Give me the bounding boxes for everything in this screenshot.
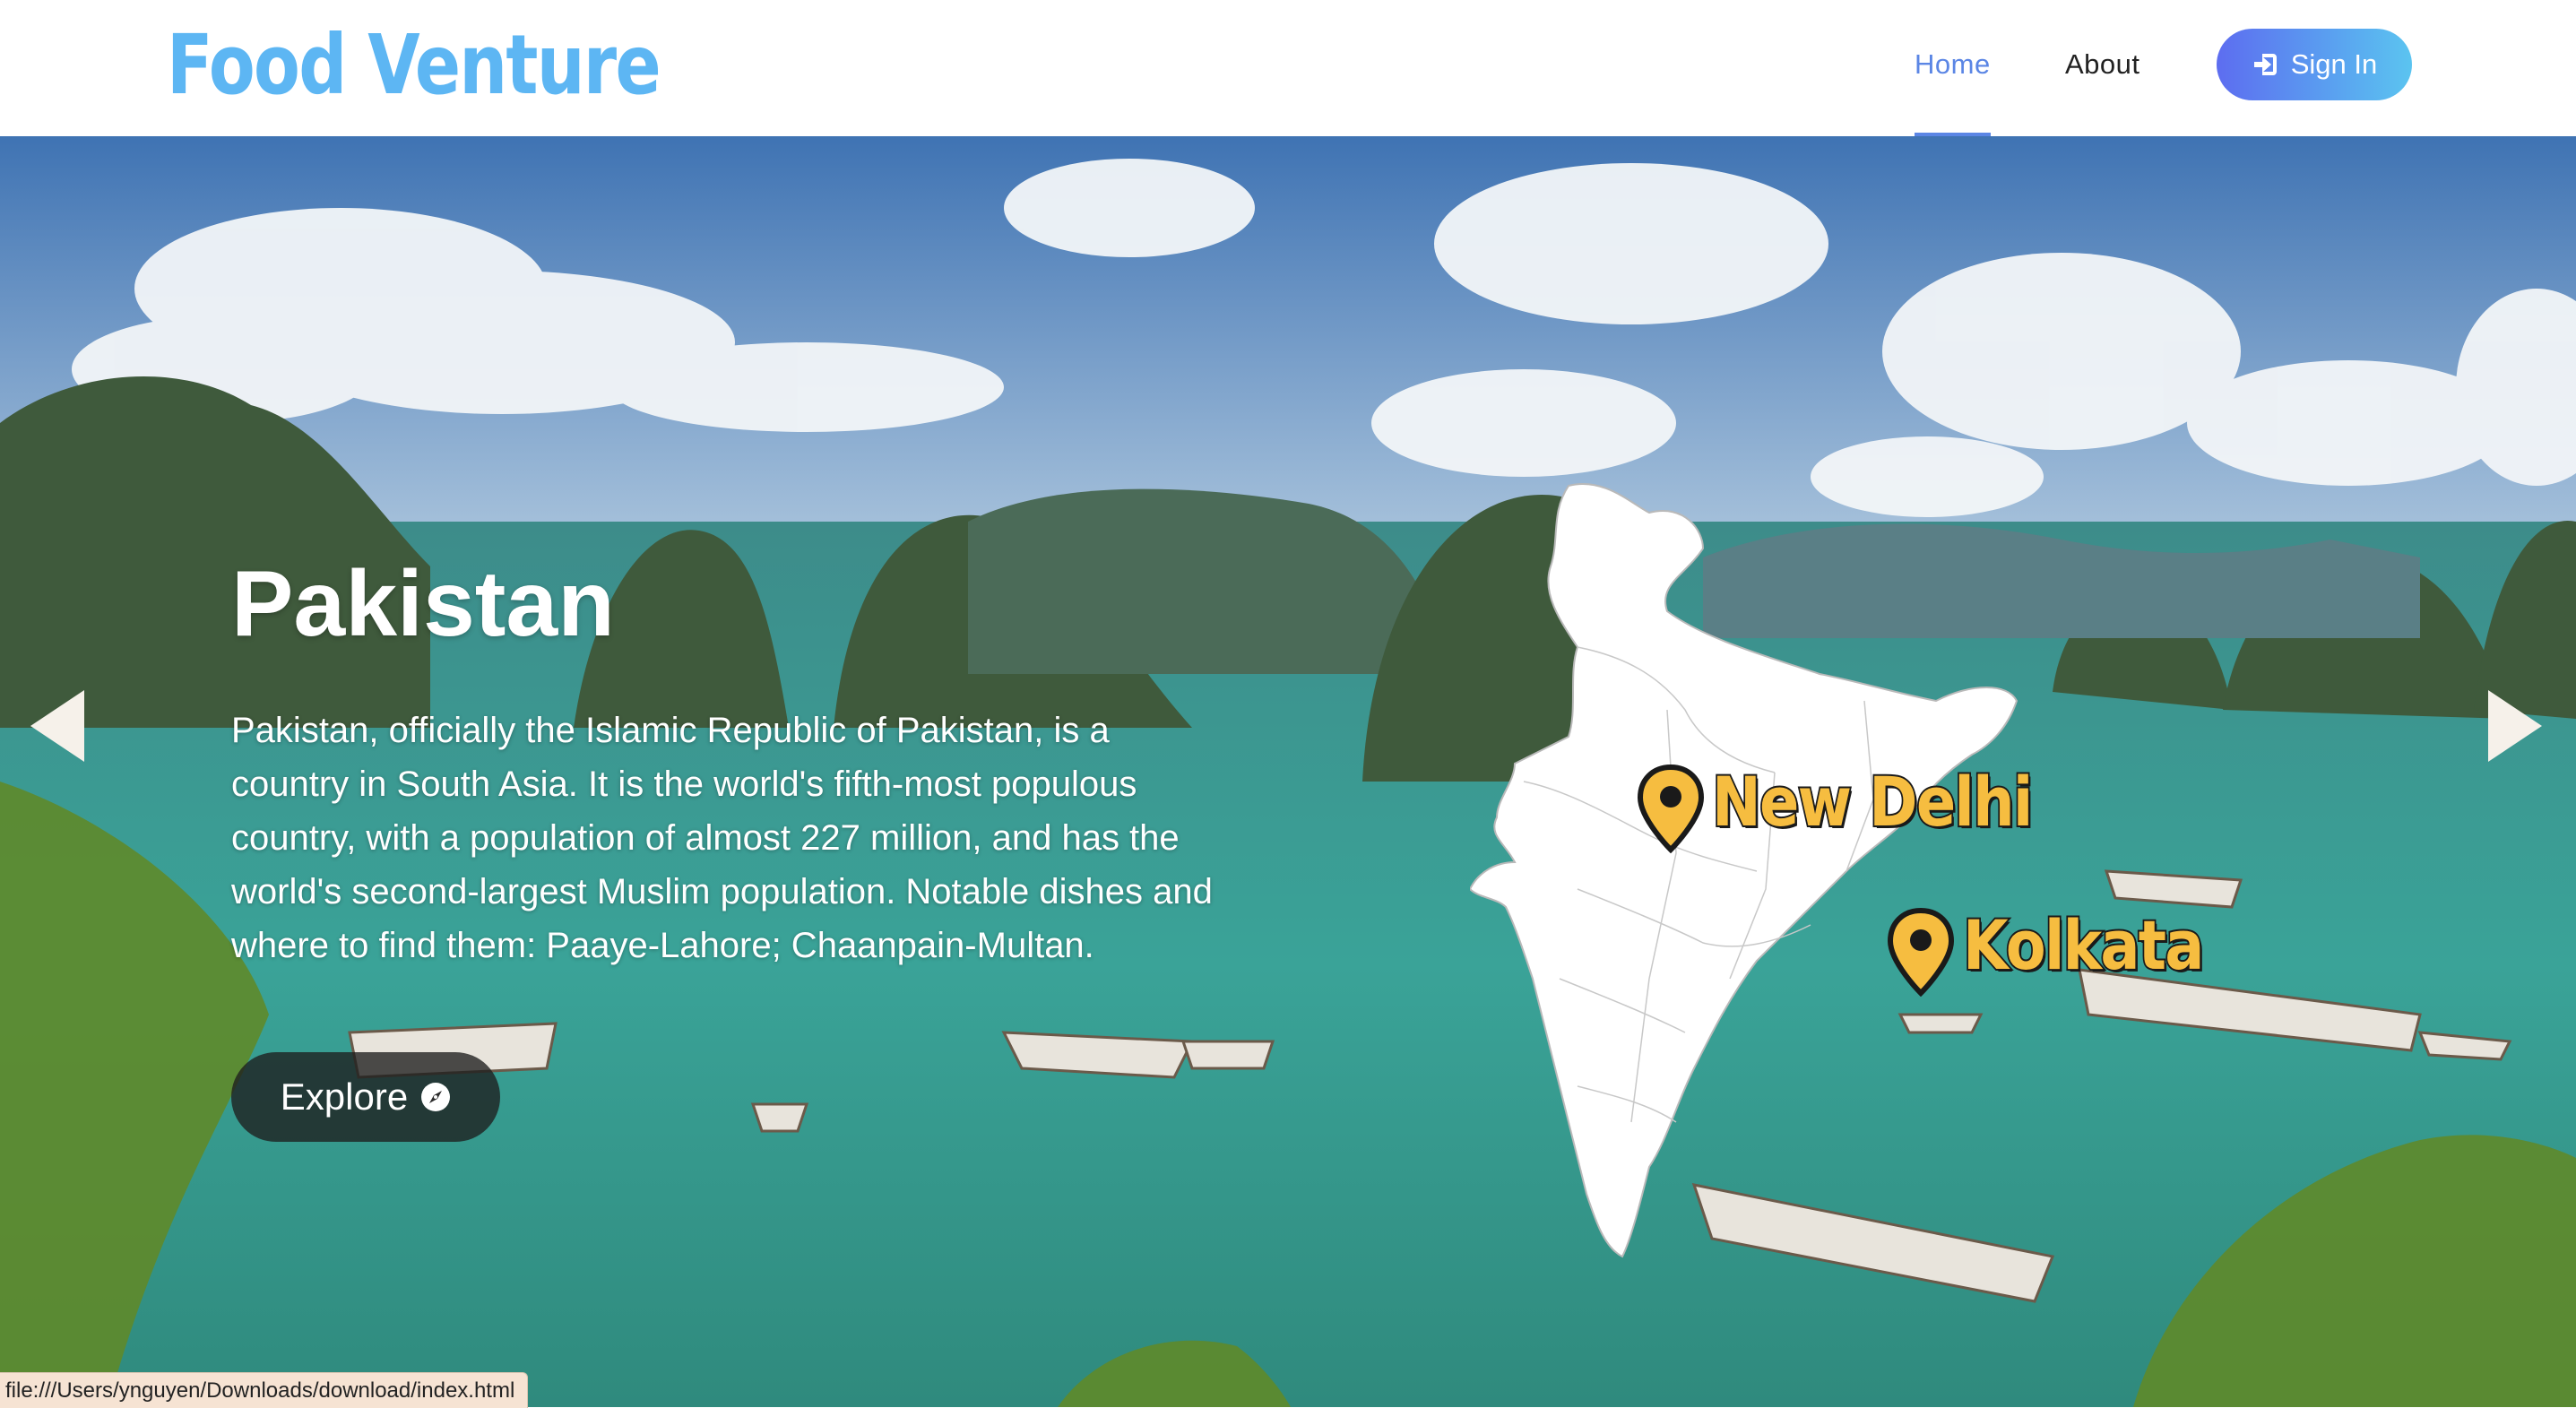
city-label-kolkata: Kolkata [1961, 903, 2206, 987]
top-navbar: Food Venture Home About Sign In [0, 0, 2576, 136]
sign-in-icon [2253, 54, 2277, 75]
brand-logo[interactable]: Food Venture [167, 16, 661, 115]
hero-carousel: Pakistan Pakistan, officially the Islami… [0, 136, 2576, 1407]
nav-link-about[interactable]: About [2065, 43, 2140, 86]
sign-in-button[interactable]: Sign In [2217, 29, 2412, 100]
map-pin-icon [1637, 764, 1705, 853]
explore-button[interactable]: Explore [231, 1052, 500, 1142]
browser-status-url: file:///Users/ynguyen/Downloads/download… [0, 1372, 529, 1408]
explore-label: Explore [280, 1075, 409, 1118]
hero-description: Pakistan, officially the Islamic Republi… [231, 711, 1213, 965]
nav-link-home-label: Home [1915, 48, 1991, 80]
active-underline [1915, 133, 1991, 136]
nav-link-home[interactable]: Home [1915, 43, 1991, 136]
sign-in-label: Sign In [2290, 48, 2378, 80]
carousel-next-arrow-icon[interactable] [2483, 688, 2546, 764]
city-label-new-delhi: New Delhi [1710, 760, 2035, 843]
country-map: New Delhi Kolkata [1468, 477, 2214, 1328]
country-map-shape [1468, 483, 2018, 1258]
hero-title: Pakistan [231, 552, 615, 656]
compass-icon [421, 1083, 451, 1111]
map-pin-icon [1887, 907, 1955, 997]
carousel-prev-arrow-icon[interactable] [27, 688, 90, 764]
